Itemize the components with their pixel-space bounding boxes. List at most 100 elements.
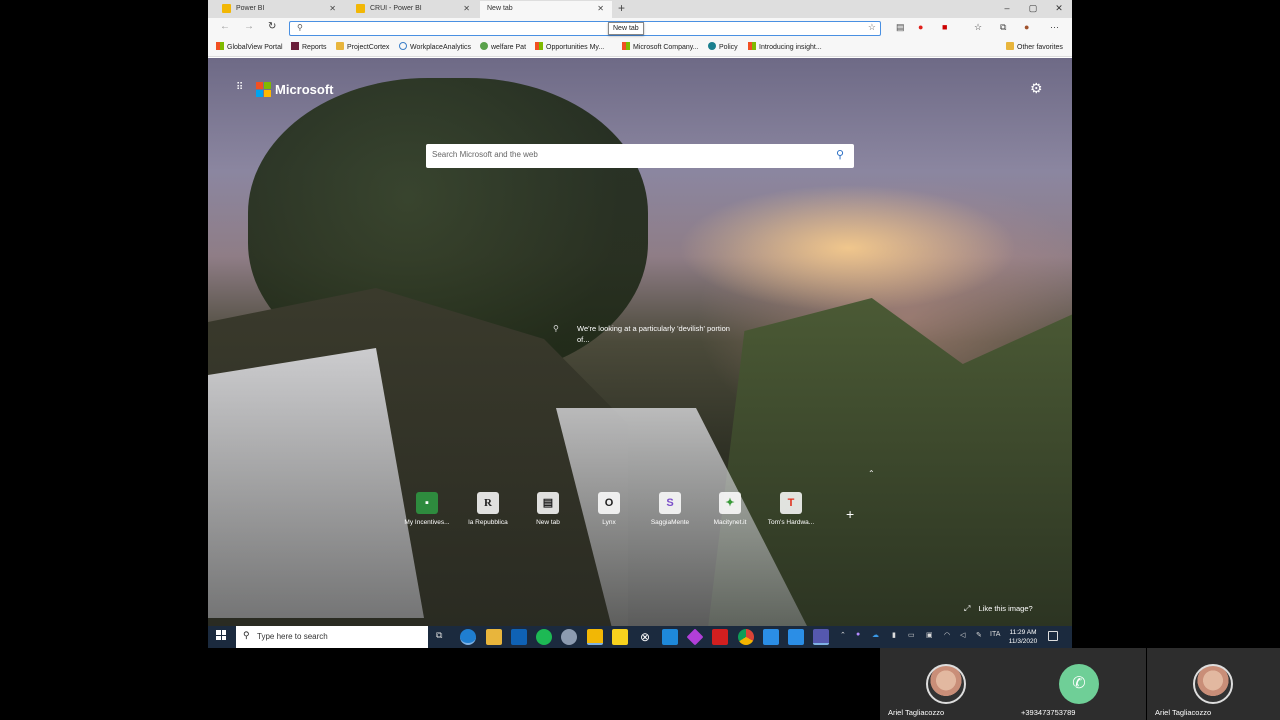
close-icon[interactable]: ✕ [463, 1, 470, 16]
quick-link-tile[interactable]: O Lynx [579, 492, 639, 526]
wifi-icon[interactable]: ◠ [944, 631, 950, 639]
collections-add-icon[interactable]: ⧉ [1000, 22, 1006, 33]
profile-avatar[interactable]: ● [1024, 22, 1029, 32]
favorite-introducing-insight[interactable]: Introducing insight... [748, 42, 822, 53]
input-language[interactable]: ITA [990, 631, 1000, 638]
favorites-icon[interactable]: ☆ [974, 22, 982, 33]
taskbar-search-input[interactable]: ⚲ Type here to search [236, 626, 428, 648]
outlook-icon[interactable] [511, 629, 527, 645]
app-launcher-icon[interactable]: ⠿ [236, 82, 248, 94]
favorite-label: GlobalView Portal [227, 44, 283, 51]
favorite-opportunities[interactable]: Opportunities My... [535, 42, 604, 53]
windows-start-icon[interactable] [216, 630, 226, 640]
sticky-notes-icon[interactable] [612, 629, 628, 645]
other-favorites-label: Other favorites [1017, 44, 1063, 51]
favorite-welfare-pat[interactable]: welfare Pat [480, 42, 526, 53]
favorite-policy[interactable]: Policy [708, 42, 738, 53]
microsoft-icon [622, 42, 630, 50]
gear-icon[interactable]: ⚙ [1030, 80, 1043, 97]
windows-taskbar: ⚲ Type here to search ⧉ ⊗ ⌃ ● ☁ ▮ ▭ ▣ ◠ … [208, 626, 1072, 648]
favorite-globalview-portal[interactable]: GlobalView Portal [216, 42, 283, 53]
like-image-link[interactable]: ⤢ Like this image? [964, 604, 1033, 614]
power-apps-icon[interactable] [686, 628, 704, 646]
favorite-microsoft-company[interactable]: Microsoft Company... [622, 42, 699, 53]
folder-icon [336, 42, 344, 50]
tile-icon: R [477, 492, 499, 514]
expand-icon: ⤢ [964, 604, 971, 613]
favorite-label: Microsoft Company... [633, 44, 699, 51]
participant-tile[interactable]: Ariel Tagliacozzo [1147, 648, 1280, 720]
onedrive-icon[interactable]: ☁ [872, 631, 879, 639]
chrome-icon[interactable] [738, 629, 754, 645]
maximize-icon[interactable]: ▢ [1020, 0, 1046, 16]
like-image-label: Like this image? [978, 604, 1033, 613]
chevron-up-icon[interactable]: ⌃ [840, 631, 846, 639]
close-icon[interactable]: ✕ [329, 1, 336, 16]
acrobat-icon[interactable] [712, 629, 728, 645]
xbox-icon[interactable]: ⊗ [637, 629, 653, 645]
favorite-projectcortex[interactable]: ProjectCortex [336, 42, 389, 53]
volume-icon[interactable]: ◁ [960, 631, 965, 639]
battery-icon[interactable]: ▭ [908, 631, 915, 639]
participant-name: Ariel Tagliacozzo [888, 708, 945, 717]
add-site-plus-icon[interactable]: + [846, 506, 854, 522]
teams-tray-icon[interactable]: ● [856, 631, 860, 638]
refresh-icon[interactable]: ↻ [268, 21, 276, 32]
spotify-icon[interactable] [536, 629, 552, 645]
window-close-icon[interactable]: ✕ [1046, 0, 1072, 16]
quick-link-tile[interactable]: S SaggiaMente [640, 492, 700, 526]
chevron-up-icon[interactable]: ⌃ [868, 469, 875, 478]
store-icon[interactable] [662, 629, 678, 645]
favorite-star-icon[interactable]: ☆ [868, 22, 876, 33]
teams-icon[interactable] [813, 629, 829, 645]
task-view-icon[interactable]: ⧉ [436, 630, 442, 641]
tab-label: New tab [487, 5, 513, 12]
microphone-icon[interactable]: ▮ [892, 631, 896, 639]
other-favorites[interactable]: Other favorites [1006, 42, 1063, 53]
search-input[interactable]: Search Microsoft and the web ⚲ [426, 144, 854, 168]
tab-new-tab[interactable]: New tab ✕ [480, 1, 612, 18]
address-bar[interactable]: ⚲ ☆ [289, 21, 881, 36]
pen-icon[interactable]: ✎ [976, 631, 982, 639]
tooltip: New tab [608, 22, 644, 35]
participant-tile[interactable]: ✆ +393473753789 [1013, 648, 1146, 720]
image-caption[interactable]: We're looking at a particularly 'devilis… [577, 323, 737, 345]
search-icon[interactable]: ⚲ [836, 148, 844, 161]
forward-icon[interactable]: → [244, 21, 254, 32]
meet-now-icon[interactable]: ▣ [926, 631, 933, 639]
close-icon[interactable]: ✕ [597, 1, 604, 16]
opera-icon[interactable]: ● [918, 22, 923, 32]
quick-link-tile[interactable]: ▪ My Incentives... [397, 492, 457, 526]
quick-link-tile[interactable]: R la Repubblica [458, 492, 518, 526]
screen: Power BI ✕ CRUI - Power BI ✕ New tab ✕ +… [0, 0, 1280, 720]
tile-label: la Repubblica [468, 519, 508, 526]
collections-icon[interactable]: ▤ [896, 22, 905, 33]
more-options-icon[interactable]: ⋯ [1050, 22, 1059, 33]
tile-icon: S [659, 492, 681, 514]
favorite-label: welfare Pat [491, 44, 527, 51]
notification-icon[interactable] [1048, 631, 1058, 641]
taskbar-clock[interactable]: 11:29 AM 11/3/2020 [1006, 628, 1040, 646]
calendar-icon[interactable] [788, 629, 804, 645]
back-icon[interactable]: ← [220, 21, 230, 32]
extension-icon[interactable]: ■ [942, 22, 947, 32]
quick-link-tile[interactable]: ✦ Macitynet.it [700, 492, 760, 526]
quick-link-tile[interactable]: ▤ New tab [518, 492, 578, 526]
new-tab-plus-icon[interactable]: + [618, 1, 625, 15]
microsoft-icon [535, 42, 543, 50]
search-icon[interactable]: ⚲ [553, 324, 559, 333]
file-explorer-icon[interactable] [486, 629, 502, 645]
favorite-workplaceanalytics[interactable]: WorkplaceAnalytics [399, 42, 471, 53]
tab-crui-power-bi[interactable]: CRUI - Power BI ✕ [346, 1, 478, 18]
tab-power-bi[interactable]: Power BI ✕ [212, 1, 344, 18]
app-icon[interactable] [561, 629, 577, 645]
mail-icon[interactable] [763, 629, 779, 645]
tile-label: Lynx [602, 519, 616, 526]
minimize-icon[interactable]: – [994, 0, 1020, 16]
edge-app-icon[interactable] [460, 629, 476, 645]
favorite-reports[interactable]: Reports [291, 42, 327, 53]
quick-link-tile[interactable]: T Tom's Hardwa... [761, 492, 821, 526]
power-bi-icon[interactable] [587, 629, 603, 645]
participant-tile[interactable]: Ariel Tagliacozzo [880, 648, 1013, 720]
favorite-label: Introducing insight... [759, 44, 822, 51]
